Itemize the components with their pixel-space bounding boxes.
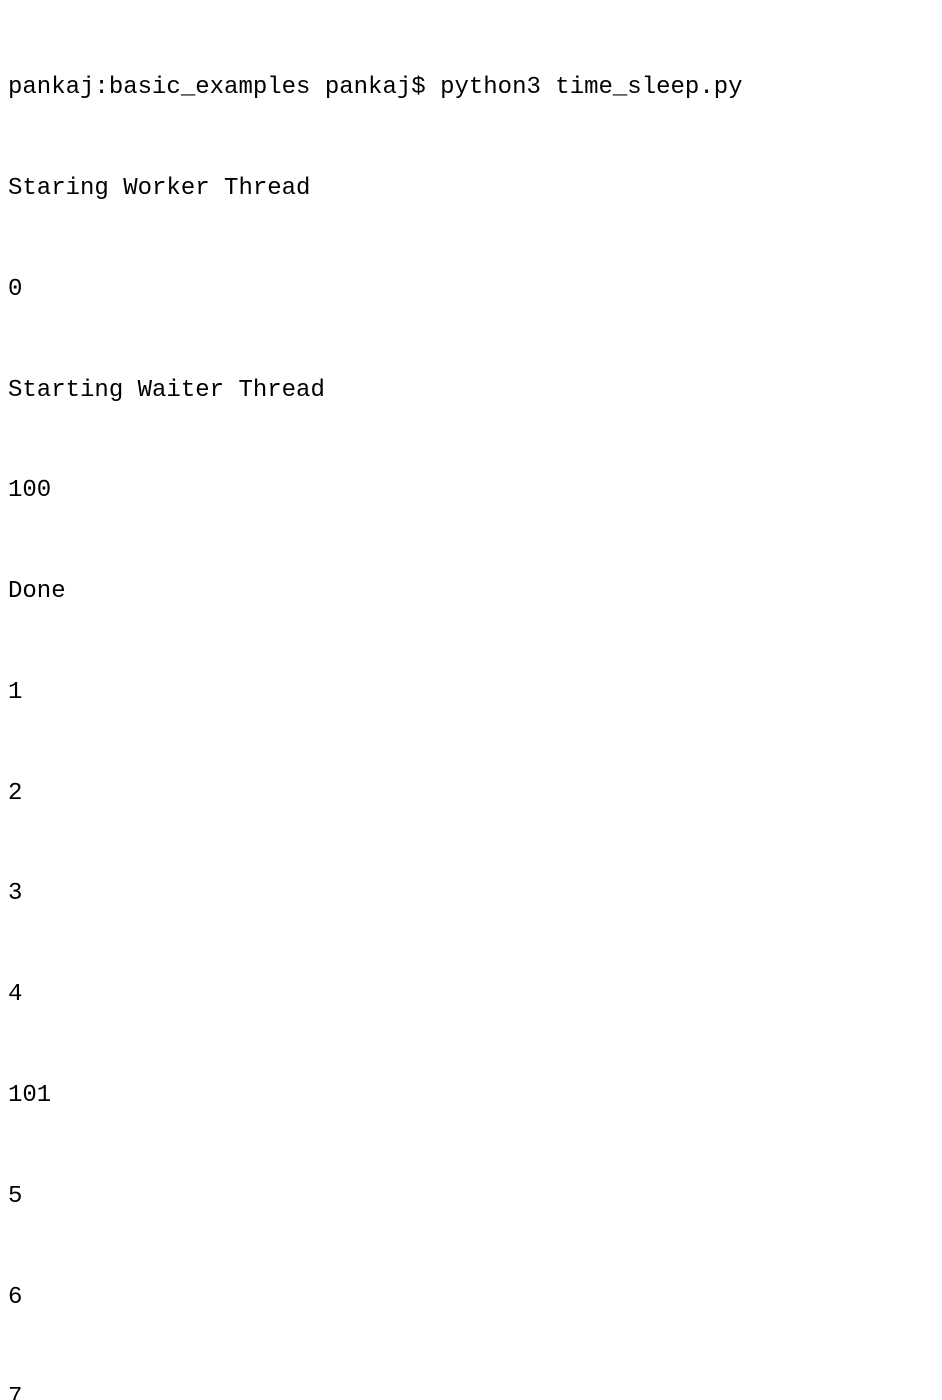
terminal-line: 1: [8, 676, 934, 710]
terminal-line: pankaj:basic_examples pankaj$ python3 ti…: [8, 71, 934, 105]
terminal-line: Staring Worker Thread: [8, 172, 934, 206]
terminal-line: 0: [8, 273, 934, 307]
terminal-line: 5: [8, 1180, 934, 1214]
terminal-line: 7: [8, 1381, 934, 1400]
terminal-line: 101: [8, 1079, 934, 1113]
terminal-line: 3: [8, 877, 934, 911]
terminal-line: 100: [8, 474, 934, 508]
terminal-line: 6: [8, 1281, 934, 1315]
terminal-line: 2: [8, 777, 934, 811]
terminal-output[interactable]: pankaj:basic_examples pankaj$ python3 ti…: [8, 4, 934, 1400]
terminal-line: 4: [8, 978, 934, 1012]
terminal-line: Done: [8, 575, 934, 609]
terminal-line: Starting Waiter Thread: [8, 374, 934, 408]
